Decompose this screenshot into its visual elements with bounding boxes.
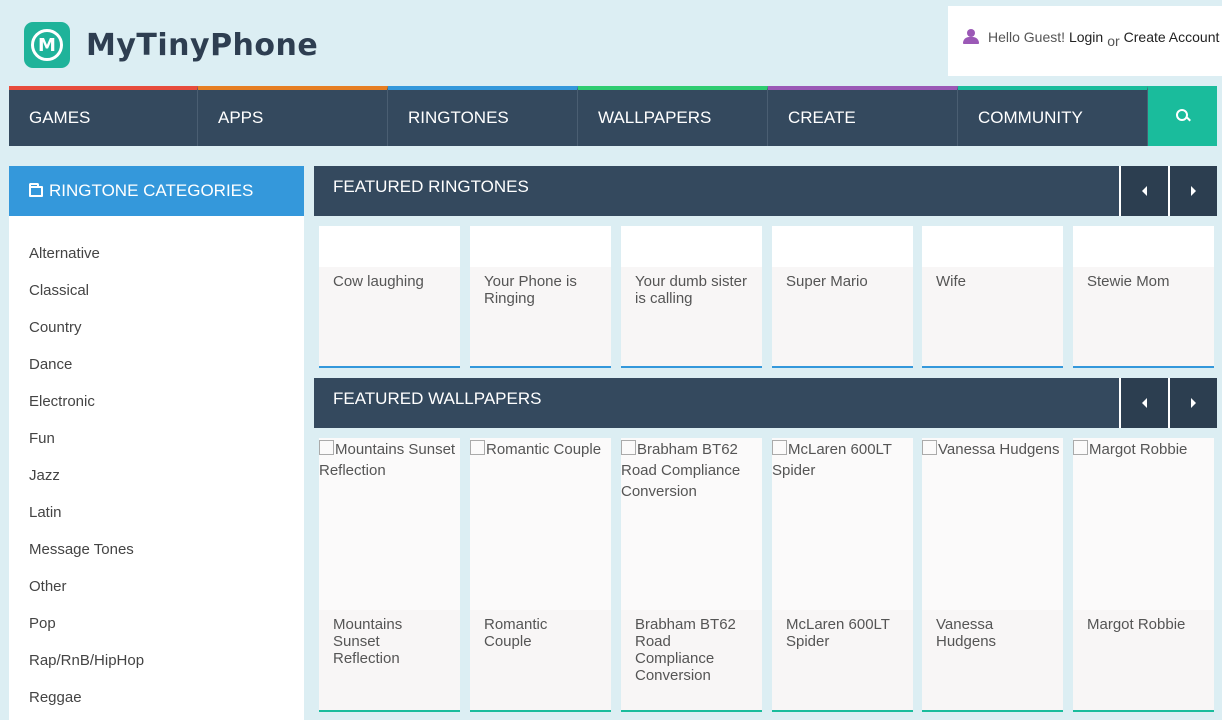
ringtone-card[interactable]: Stewie Mom	[1073, 226, 1214, 368]
login-link[interactable]: Login	[1069, 29, 1103, 45]
broken-image-icon	[772, 440, 787, 455]
site-logo[interactable]: M MyTinyPhone	[24, 22, 318, 68]
ringtone-card[interactable]: Your dumb sister is calling	[621, 226, 762, 368]
nav-games[interactable]: GAMES	[9, 86, 198, 146]
wallpaper-card[interactable]: Mountains Sunset Reflection Mountains Su…	[319, 438, 460, 712]
wallpaper-thumbnail: Brabham BT62 Road Compliance Conversion	[621, 438, 762, 610]
nav-wallpapers[interactable]: WALLPAPERS	[578, 86, 768, 146]
broken-image-icon	[319, 440, 334, 455]
wallpaper-card[interactable]: Vanessa Hudgens Vanessa Hudgens	[922, 438, 1063, 712]
sidebar-header: RINGTONE CATEGORIES	[9, 166, 304, 216]
featured-ringtones-header: FEATURED RINGTONES	[314, 166, 1217, 216]
wallpaper-name: Vanessa Hudgens	[936, 616, 997, 650]
greeting-text: Hello Guest!	[988, 29, 1066, 45]
nav-community[interactable]: COMMUNITY	[958, 86, 1148, 146]
wallpaper-name: Margot Robbie	[1087, 616, 1186, 633]
featured-wallpapers-title: FEATURED WALLPAPERS	[333, 389, 542, 408]
account-box: Hello Guest! Login or Create Account	[948, 6, 1222, 76]
category-rap-rnb-hiphop[interactable]: Rap/RnB/HipHop	[9, 642, 304, 679]
ringtones-next-button[interactable]	[1168, 166, 1217, 216]
category-dance[interactable]: Dance	[9, 346, 304, 383]
wallpaper-alt-text: Brabham BT62 Road Compliance Conversion	[621, 441, 741, 500]
featured-ringtones-title: FEATURED RINGTONES	[333, 177, 529, 196]
search-icon	[1175, 109, 1190, 123]
ringtone-name: Stewie Mom	[1087, 273, 1170, 290]
wallpapers-prev-button[interactable]	[1119, 378, 1168, 428]
folder-open-icon	[29, 182, 43, 197]
ringtone-name: Your Phone is Ringing	[484, 273, 577, 307]
nav-apps[interactable]: APPS	[198, 86, 388, 146]
wallpaper-alt-text: Romantic Couple	[486, 441, 602, 458]
wallpaper-name: Romantic Couple	[484, 616, 548, 650]
wallpaper-alt-text: Mountains Sunset Reflection	[319, 441, 456, 479]
search-button[interactable]	[1148, 86, 1217, 146]
category-jazz[interactable]: Jazz	[9, 457, 304, 494]
wallpaper-thumbnail: Mountains Sunset Reflection	[319, 438, 460, 610]
wallpaper-name: McLaren 600LT Spider	[786, 616, 890, 650]
logo-letter: M	[31, 29, 63, 61]
category-other[interactable]: Other	[9, 568, 304, 605]
wallpaper-thumbnail: Margot Robbie	[1073, 438, 1214, 610]
category-alternative[interactable]: Alternative	[9, 235, 304, 272]
ringtone-name: Wife	[936, 273, 966, 290]
caret-left-icon	[1142, 186, 1147, 196]
wallpaper-alt-text: McLaren 600LT Spider	[772, 441, 892, 479]
or-text: or	[1107, 33, 1120, 49]
category-pop[interactable]: Pop	[9, 605, 304, 642]
ringtone-card[interactable]: Super Mario	[772, 226, 913, 368]
broken-image-icon	[621, 440, 636, 455]
wallpaper-thumbnail: McLaren 600LT Spider	[772, 438, 913, 610]
wallpaper-card[interactable]: Margot Robbie Margot Robbie	[1073, 438, 1214, 712]
category-country[interactable]: Country	[9, 309, 304, 346]
logo-icon: M	[24, 22, 70, 68]
category-classical[interactable]: Classical	[9, 272, 304, 309]
broken-image-icon	[1073, 440, 1088, 455]
ringtones-prev-button[interactable]	[1119, 166, 1168, 216]
sidebar-title: RINGTONE CATEGORIES	[49, 181, 254, 200]
wallpaper-alt-text: Margot Robbie	[1089, 441, 1188, 458]
category-message-tones[interactable]: Message Tones	[9, 531, 304, 568]
wallpaper-card[interactable]: McLaren 600LT Spider McLaren 600LT Spide…	[772, 438, 913, 712]
wallpaper-thumbnail: Vanessa Hudgens	[922, 438, 1063, 610]
wallpaper-thumbnail: Romantic Couple	[470, 438, 611, 610]
ringtone-card[interactable]: Cow laughing	[319, 226, 460, 368]
wallpaper-name: Mountains Sunset Reflection	[333, 616, 403, 667]
ringtone-card[interactable]: Your Phone is Ringing	[470, 226, 611, 368]
category-latin[interactable]: Latin	[9, 494, 304, 531]
ringtone-name: Your dumb sister is calling	[635, 273, 748, 307]
broken-image-icon	[922, 440, 937, 455]
category-electronic[interactable]: Electronic	[9, 383, 304, 420]
wallpapers-next-button[interactable]	[1168, 378, 1217, 428]
category-reggae[interactable]: Reggae	[9, 679, 304, 716]
ringtone-name: Cow laughing	[333, 273, 424, 290]
nav-create[interactable]: CREATE	[768, 86, 958, 146]
logo-text: MyTinyPhone	[86, 27, 319, 63]
nav-ringtones[interactable]: RINGTONES	[388, 86, 578, 146]
wallpaper-alt-text: Vanessa Hudgens	[938, 441, 1060, 458]
create-account-link[interactable]: Create Account	[1124, 29, 1220, 45]
caret-right-icon	[1191, 398, 1196, 408]
wallpaper-card[interactable]: Romantic Couple Romantic Couple	[470, 438, 611, 712]
featured-wallpapers-header: FEATURED WALLPAPERS	[314, 378, 1217, 428]
wallpaper-card[interactable]: Brabham BT62 Road Compliance Conversion …	[621, 438, 762, 712]
ringtone-card[interactable]: Wife	[922, 226, 1063, 368]
ringtone-name: Super Mario	[786, 273, 868, 290]
wallpaper-name: Brabham BT62 Road Compliance Conversion	[635, 616, 736, 684]
user-icon	[962, 29, 980, 45]
broken-image-icon	[470, 440, 485, 455]
category-fun[interactable]: Fun	[9, 420, 304, 457]
caret-left-icon	[1142, 398, 1147, 408]
main-nav: GAMES APPS RINGTONES WALLPAPERS CREATE C…	[9, 86, 1217, 146]
caret-right-icon	[1191, 186, 1196, 196]
category-list: Alternative Classical Country Dance Elec…	[9, 216, 304, 720]
